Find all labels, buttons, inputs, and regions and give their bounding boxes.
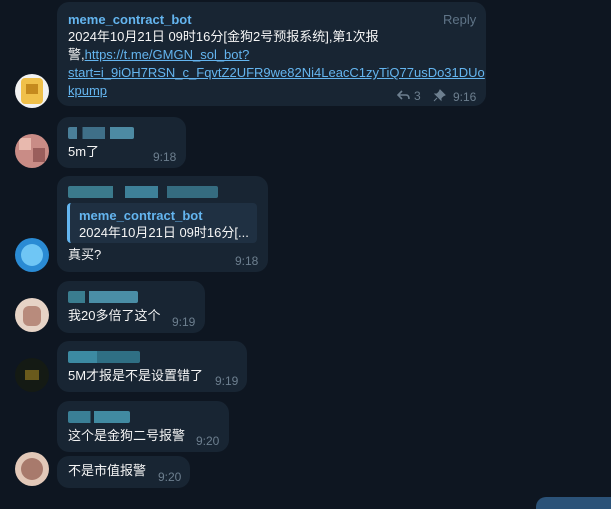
reply-arrow-icon bbox=[397, 90, 410, 101]
reply-button[interactable]: Reply bbox=[443, 12, 476, 27]
message-line-prefix: 警, bbox=[68, 47, 85, 62]
message-text: 这个是金狗二号报警 bbox=[68, 428, 186, 443]
replies-count[interactable]: 3 bbox=[414, 89, 421, 103]
avatar[interactable] bbox=[15, 74, 49, 108]
sender-name-blurred[interactable] bbox=[68, 291, 138, 303]
avatar[interactable] bbox=[15, 358, 49, 392]
avatar[interactable] bbox=[15, 298, 49, 332]
message-text: 不是市值报警 bbox=[68, 463, 147, 478]
message-bubble[interactable]: meme_contract_bot 2024年10月21日 09时16分[...… bbox=[57, 176, 268, 272]
message-line: 警,https://t.me/GMGN_sol_bot? bbox=[68, 46, 485, 64]
message-link[interactable]: kpump bbox=[68, 82, 485, 100]
avatar[interactable] bbox=[15, 452, 49, 486]
message-text: 5m了 bbox=[68, 144, 100, 159]
message-time: 9:20 bbox=[196, 434, 220, 448]
message-time: 9:18 bbox=[235, 254, 259, 268]
message-text: 我20多倍了这个 bbox=[68, 308, 161, 323]
sender-name-blurred[interactable] bbox=[68, 186, 218, 198]
message-bubble[interactable]: 5M才报是不是设置错了 9:19 bbox=[57, 341, 247, 392]
message-time: 9:16 bbox=[453, 90, 477, 104]
message-time: 9:18 bbox=[153, 150, 177, 164]
quoted-sender: meme_contract_bot bbox=[79, 208, 203, 223]
message-link[interactable]: https://t.me/GMGN_sol_bot? bbox=[85, 47, 250, 62]
outgoing-message-bubble[interactable] bbox=[536, 497, 611, 509]
message-link[interactable]: start=i_9iOH7RSN_c_FqvtZ2UFR9we82Ni4Leac… bbox=[68, 64, 485, 82]
message-time: 9:20 bbox=[158, 470, 182, 484]
message-line: 2024年10月21日 09时16分[金狗2号预报系统],第1次报 bbox=[68, 29, 379, 44]
message-time: 9:19 bbox=[172, 315, 196, 329]
message-bubble[interactable]: meme_contract_bot Reply 2024年10月21日 09时1… bbox=[57, 2, 486, 106]
message-bubble[interactable]: 这个是金狗二号报警 9:20 bbox=[57, 401, 229, 452]
sender-name-blurred[interactable] bbox=[68, 411, 130, 423]
sender-name[interactable]: meme_contract_bot bbox=[68, 12, 192, 27]
message-text: 5M才报是不是设置错了 bbox=[68, 368, 204, 383]
sender-name-blurred[interactable] bbox=[68, 127, 134, 139]
sender-name-blurred[interactable] bbox=[68, 351, 140, 363]
pin-icon bbox=[433, 89, 446, 102]
message-bubble[interactable]: 5m了 9:18 bbox=[57, 117, 186, 168]
message-bubble[interactable]: 不是市值报警 9:20 bbox=[57, 456, 190, 488]
message-text: 真买? bbox=[68, 247, 102, 262]
avatar[interactable] bbox=[15, 238, 49, 272]
quoted-text: 2024年10月21日 09时16分[... bbox=[79, 225, 249, 240]
avatar[interactable] bbox=[15, 134, 49, 168]
message-bubble[interactable]: 我20多倍了这个 9:19 bbox=[57, 281, 205, 333]
message-text: 2024年10月21日 09时16分[金狗2号预报系统],第1次报 警,http… bbox=[68, 28, 485, 100]
message-time: 9:19 bbox=[215, 374, 239, 388]
quoted-message[interactable]: meme_contract_bot 2024年10月21日 09时16分[... bbox=[67, 203, 257, 243]
